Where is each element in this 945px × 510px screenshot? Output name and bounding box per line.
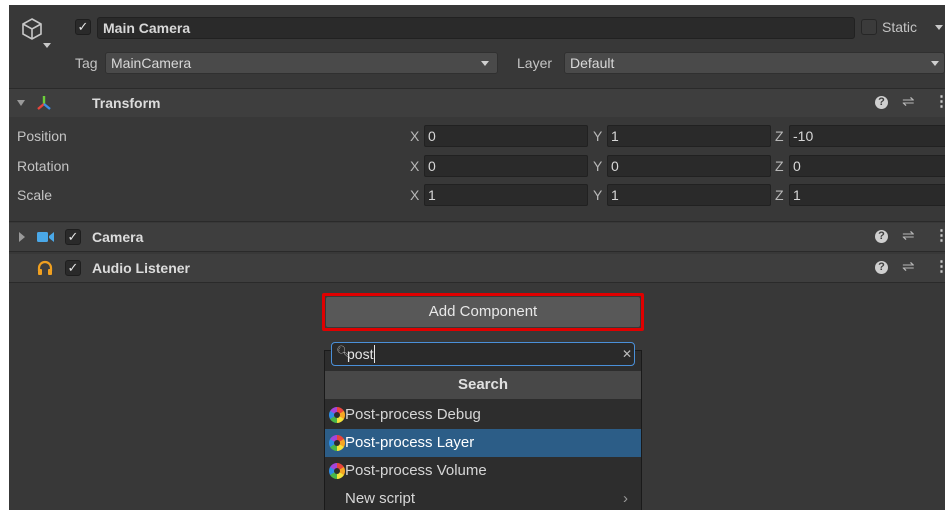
- tag-dropdown[interactable]: MainCamera: [105, 52, 498, 74]
- tag-value: MainCamera: [111, 55, 192, 71]
- position-label: Position: [17, 128, 67, 144]
- scale-x-axis-label[interactable]: X: [410, 185, 419, 205]
- post-process-icon: [329, 463, 345, 479]
- scale-label: Scale: [17, 187, 53, 203]
- headphones-icon: [37, 260, 53, 275]
- gameobject-active-checkbox[interactable]: ✓: [75, 19, 91, 35]
- presets-icon[interactable]: ⇌: [902, 226, 915, 244]
- rotation-z-field[interactable]: 0: [789, 155, 945, 177]
- position-x-field[interactable]: 0: [424, 125, 588, 147]
- tag-chevron-down-icon: [481, 61, 489, 66]
- layer-dropdown[interactable]: Default: [564, 52, 945, 74]
- position-y-axis-label[interactable]: Y: [593, 126, 602, 146]
- camera-icon: [37, 232, 54, 242]
- camera-title: Camera: [92, 229, 144, 245]
- help-icon[interactable]: ?: [875, 96, 888, 109]
- rotation-label: Rotation: [17, 158, 70, 174]
- audio-listener-enabled-checkbox[interactable]: ✓: [65, 260, 81, 276]
- camera-enabled-checkbox[interactable]: ✓: [65, 229, 81, 245]
- gameobject-name-field[interactable]: Main Camera: [97, 17, 855, 39]
- presets-icon[interactable]: ⇌: [902, 257, 915, 275]
- layer-value: Default: [570, 55, 615, 71]
- list-item-label: Post-process Layer: [345, 434, 475, 451]
- icon-dropdown-arrow-icon[interactable]: [43, 43, 51, 48]
- list-item-post-process-debug[interactable]: Post-process Debug: [325, 401, 641, 429]
- rotation-z-axis-label[interactable]: Z: [775, 156, 784, 176]
- static-dropdown-chevron-icon[interactable]: [935, 25, 943, 30]
- context-menu-icon[interactable]: ⋮: [934, 92, 945, 110]
- context-menu-icon[interactable]: ⋮: [934, 226, 945, 244]
- help-icon[interactable]: ?: [875, 230, 888, 243]
- position-z-axis-label[interactable]: Z: [775, 126, 784, 146]
- scale-y-field[interactable]: 1: [607, 184, 771, 206]
- rotation-x-axis-label[interactable]: X: [410, 156, 419, 176]
- layer-label: Layer: [517, 55, 553, 71]
- rotation-y-axis-label[interactable]: Y: [593, 156, 602, 176]
- component-search-input[interactable]: 🔍︎ post ✕: [331, 342, 635, 366]
- camera-foldout-arrow-icon[interactable]: [19, 232, 25, 242]
- audio-listener-title: Audio Listener: [92, 260, 191, 276]
- inspector-panel: ✓ Main Camera Static Tag MainCamera Laye…: [9, 5, 945, 510]
- list-item-post-process-volume[interactable]: Post-process Volume: [325, 457, 641, 485]
- list-item-label: Post-process Debug: [345, 406, 481, 423]
- audio-listener-header[interactable]: ✓ Audio Listener ? ⇌ ⋮: [9, 254, 945, 282]
- rotation-x-field[interactable]: 0: [424, 155, 588, 177]
- transform-axes-icon: [37, 96, 51, 110]
- scale-y-axis-label[interactable]: Y: [593, 185, 602, 205]
- position-x-axis-label[interactable]: X: [410, 126, 419, 146]
- list-item-post-process-layer[interactable]: Post-process Layer: [325, 429, 641, 457]
- presets-icon[interactable]: ⇌: [902, 92, 915, 110]
- scale-z-axis-label[interactable]: Z: [775, 185, 784, 205]
- static-checkbox[interactable]: [861, 19, 877, 35]
- tag-label: Tag: [75, 55, 98, 71]
- transform-title: Transform: [92, 95, 161, 111]
- chevron-right-icon: ›: [623, 490, 628, 507]
- context-menu-icon[interactable]: ⋮: [934, 257, 945, 275]
- position-z-field[interactable]: -10: [789, 125, 945, 147]
- list-item-label: Post-process Volume: [345, 462, 487, 479]
- scale-x-field[interactable]: 1: [424, 184, 588, 206]
- post-process-icon: [329, 407, 345, 423]
- gameobject-cube-icon: [22, 18, 42, 40]
- layer-chevron-down-icon: [931, 61, 939, 66]
- add-component-popup: 🔍︎ post ✕ Search Post-process Debug Post…: [324, 342, 642, 510]
- transform-foldout-arrow-icon[interactable]: [17, 100, 25, 106]
- add-component-button[interactable]: Add Component: [326, 297, 640, 327]
- search-input-value: post: [347, 345, 376, 363]
- list-item-new-script[interactable]: New script ›: [325, 485, 641, 510]
- search-section-header: Search: [325, 371, 641, 399]
- camera-header[interactable]: ✓ Camera ? ⇌ ⋮: [9, 223, 945, 251]
- help-icon[interactable]: ?: [875, 261, 888, 274]
- clear-search-icon[interactable]: ✕: [622, 345, 632, 363]
- position-y-field[interactable]: 1: [607, 125, 771, 147]
- list-item-label: New script: [345, 490, 416, 507]
- scale-z-field[interactable]: 1: [789, 184, 945, 206]
- static-label[interactable]: Static: [882, 17, 917, 37]
- transform-header[interactable]: Transform ? ⇌ ⋮: [9, 89, 945, 117]
- post-process-icon: [329, 435, 345, 451]
- rotation-y-field[interactable]: 0: [607, 155, 771, 177]
